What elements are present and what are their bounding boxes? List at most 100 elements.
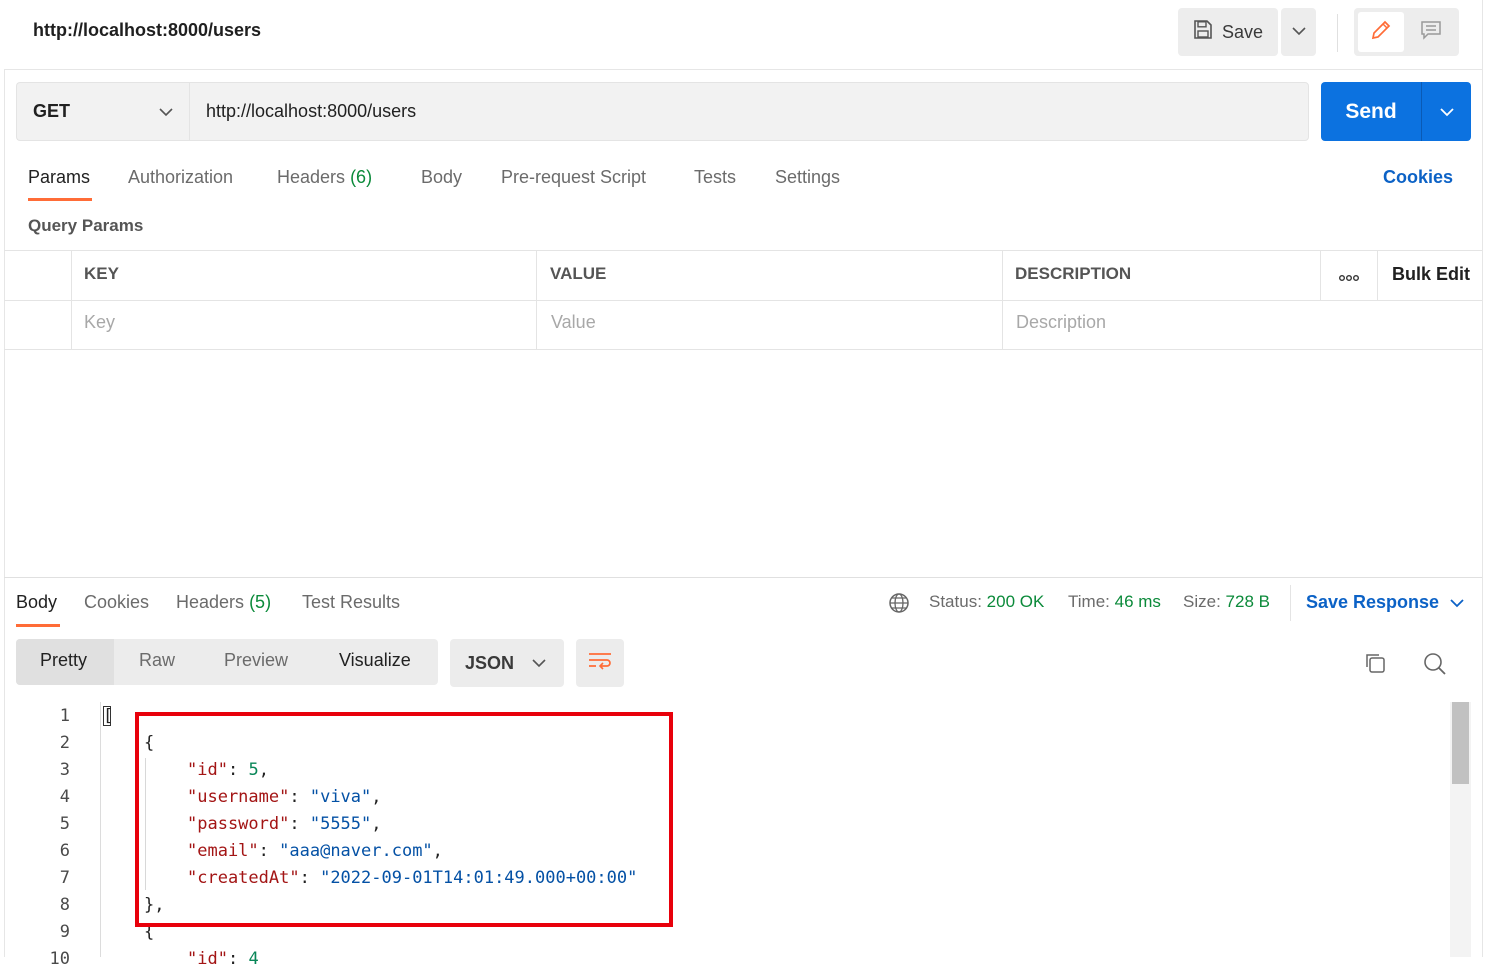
method-select[interactable]: GET [16, 82, 189, 141]
divider [4, 250, 1482, 251]
tab-count: (5) [249, 592, 272, 612]
value-input[interactable]: Value [551, 312, 596, 333]
description-input[interactable]: Description [1016, 312, 1106, 333]
time-readout: Time: 46 ms [1068, 592, 1161, 612]
save-label: Save [1222, 21, 1264, 42]
comments-button[interactable] [1408, 12, 1454, 52]
bulk-edit-button[interactable]: Bulk Edit [1392, 264, 1470, 285]
tab-params[interactable]: Params [28, 167, 90, 188]
chevron-down-icon [1439, 107, 1454, 116]
tab-label: Headers [176, 592, 245, 612]
query-params-title: Query Params [28, 216, 144, 235]
wrap-lines-icon [587, 651, 613, 676]
send-button[interactable]: Send [1321, 82, 1421, 141]
gutter-divider [100, 702, 101, 957]
line-number: 9 [59, 922, 70, 942]
line-number: 8 [59, 895, 70, 915]
copy-icon[interactable] [1363, 651, 1387, 680]
chevron-down-icon [532, 659, 546, 668]
line-number: 1 [59, 706, 70, 726]
view-mode-raw[interactable]: Raw [139, 650, 175, 671]
active-tab-indicator [16, 624, 60, 627]
line-number: 4 [59, 787, 70, 807]
tab-label: Body [421, 167, 463, 187]
line-number: 6 [59, 841, 70, 861]
tab-label: Tests [694, 167, 737, 187]
column-header-description: DESCRIPTION [1015, 264, 1132, 283]
format-select[interactable]: JSON [450, 639, 564, 687]
divider [1482, 0, 1483, 957]
scrollbar-thumb[interactable] [1452, 702, 1469, 784]
save-options-button[interactable] [1281, 8, 1316, 56]
line-number: 3 [59, 760, 70, 780]
tab-settings[interactable]: Settings [775, 167, 840, 188]
save-response-label: Save Response [1306, 592, 1440, 612]
status-readout: Status: 200 OK [929, 592, 1044, 612]
line-number: 10 [49, 949, 70, 969]
divider [4, 349, 1482, 350]
tab-authorization[interactable]: Authorization [128, 167, 233, 188]
response-tab-test-results[interactable]: Test Results [302, 592, 400, 613]
tab-body[interactable]: Body [421, 167, 462, 188]
search-icon[interactable] [1422, 651, 1448, 682]
globe-icon[interactable] [888, 592, 910, 619]
response-tab-body[interactable]: Body [16, 592, 57, 613]
save-response-button[interactable]: Save Response [1306, 592, 1464, 613]
chevron-down-icon [1450, 599, 1464, 608]
divider [4, 69, 5, 957]
view-mode-visualize[interactable]: Visualize [339, 650, 411, 671]
json-key: "id" [187, 949, 228, 969]
method-label: GET [33, 101, 71, 121]
size-label: Size: [1183, 592, 1221, 611]
save-icon [1192, 19, 1214, 46]
tab-pre-request-script[interactable]: Pre-request Script [501, 167, 646, 188]
json-value: 4 [248, 949, 259, 969]
divider [71, 250, 72, 349]
tab-label: Test Results [302, 592, 401, 612]
request-title: http://localhost:8000/users [33, 20, 262, 40]
response-tab-headers[interactable]: Headers (5) [176, 592, 271, 613]
url-input[interactable]: http://localhost:8000/users [189, 82, 1309, 141]
pencil-icon [1369, 18, 1393, 47]
format-label: JSON [465, 652, 515, 673]
time-label: Time: [1068, 592, 1110, 611]
line-number: 7 [59, 868, 70, 888]
send-options-button[interactable] [1422, 82, 1471, 141]
tab-count: (6) [350, 167, 373, 187]
tab-headers[interactable]: Headers (6) [277, 167, 372, 188]
divider [4, 69, 1482, 70]
cookies-link[interactable]: Cookies [1383, 167, 1453, 188]
status-label: Status: [929, 592, 982, 611]
divider [1002, 250, 1003, 349]
tab-label: Cookies [84, 592, 150, 612]
url-text: http://localhost:8000/users [206, 101, 417, 121]
column-header-value: VALUE [550, 264, 607, 283]
divider [4, 300, 1482, 301]
divider [1337, 14, 1338, 52]
edit-mode-button[interactable] [1358, 12, 1404, 52]
line-number: 2 [59, 733, 70, 753]
comment-icon [1419, 18, 1443, 47]
divider [1320, 250, 1321, 300]
tab-label: Body [16, 592, 58, 612]
line-number: 5 [59, 814, 70, 834]
response-tab-cookies[interactable]: Cookies [84, 592, 149, 613]
divider [1377, 250, 1378, 300]
more-dots-icon[interactable] [1338, 270, 1360, 288]
chevron-down-icon [159, 107, 173, 116]
active-tab-indicator [28, 198, 92, 201]
tab-tests[interactable]: Tests [694, 167, 736, 188]
view-mode-preview[interactable]: Preview [224, 650, 288, 671]
wrap-lines-button[interactable] [576, 639, 624, 687]
time-value: 46 ms [1114, 592, 1161, 611]
key-input[interactable]: Key [84, 312, 115, 333]
view-mode-pretty[interactable]: Pretty [40, 650, 87, 671]
size-value: 728 B [1225, 592, 1270, 611]
highlight-annotation-box [135, 712, 673, 927]
tab-label: Params [28, 167, 91, 187]
save-button[interactable]: Save [1178, 8, 1278, 56]
tab-label: Pre-request Script [501, 167, 647, 187]
divider [4, 577, 1482, 578]
chevron-down-icon [1291, 23, 1306, 41]
divider [1290, 585, 1291, 621]
